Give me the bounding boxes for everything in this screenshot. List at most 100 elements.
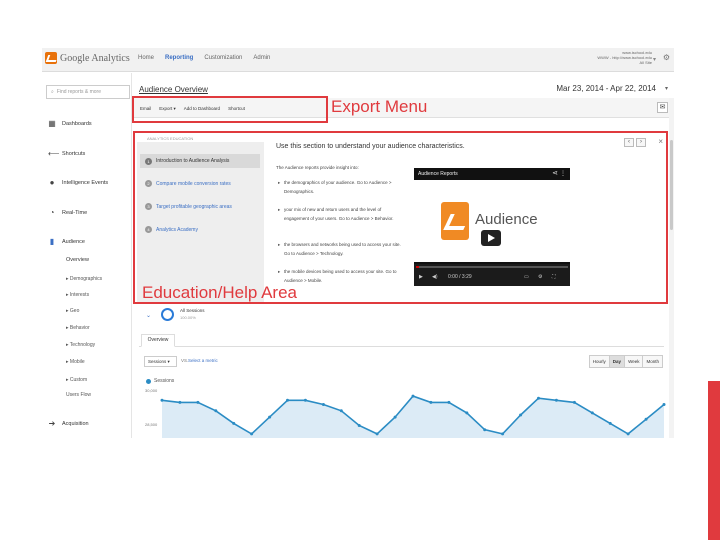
education-link-target-geo[interactable]: 3 Target profitable geographic areas (145, 203, 232, 210)
share-icon[interactable]: ✉ (657, 102, 668, 113)
chart-point[interactable] (590, 411, 594, 415)
sidebar-item-label: Real-Time (62, 210, 88, 216)
gear-icon[interactable]: ⚙ (663, 53, 670, 62)
play-small-icon[interactable]: ▶ (419, 274, 423, 280)
email-button[interactable]: Email (140, 106, 151, 112)
caret-down-icon[interactable]: ▾ (653, 56, 656, 63)
chart-point[interactable] (321, 403, 325, 406)
granularity-week[interactable]: Week (624, 355, 644, 368)
chart-point[interactable] (519, 413, 523, 417)
granularity-hourly[interactable]: Hourly (588, 355, 610, 368)
chart-point[interactable] (626, 432, 630, 436)
chart-legend: Sessions (146, 378, 174, 384)
sidebar-sub-users-flow[interactable]: Users Flow (66, 392, 91, 398)
education-link-academy[interactable]: 4 Analytics Academy (145, 226, 198, 233)
chart-point[interactable] (537, 396, 540, 400)
video-progress-bar[interactable] (416, 266, 568, 268)
clock-icon: ◔ (49, 208, 55, 217)
analytics-logo-icon (45, 52, 57, 64)
education-intro: The Audience reports provide insight int… (276, 165, 359, 170)
chart-point[interactable] (160, 398, 164, 402)
segment-name[interactable]: All Sessions (180, 308, 205, 313)
chart-point[interactable] (178, 400, 182, 404)
export-button[interactable]: Export ▾ (159, 106, 176, 112)
logo[interactable]: Google Analytics (45, 52, 130, 64)
shortcut-button[interactable]: Shortcut (228, 106, 245, 112)
account-switcher[interactable]: www.ischool.edu WWW - http://www.ischool… (597, 50, 652, 65)
chart-point[interactable] (501, 432, 505, 436)
chart-point[interactable] (214, 409, 218, 413)
chart-point[interactable] (268, 415, 272, 419)
scrollbar-thumb[interactable] (670, 140, 673, 230)
chart-point[interactable] (286, 398, 289, 402)
settings-icon[interactable]: ⚙ (538, 274, 542, 280)
sidebar-item-shortcuts[interactable]: ⟵ Shortcuts (48, 150, 85, 158)
more-icon[interactable]: ⋮ (560, 170, 566, 177)
play-icon[interactable] (481, 230, 501, 246)
nav-reporting[interactable]: Reporting (165, 55, 193, 61)
nav-admin[interactable]: Admin (253, 55, 270, 61)
captions-icon[interactable]: ▭ (524, 274, 529, 280)
chart-point[interactable] (465, 411, 469, 415)
chart-point[interactable] (554, 398, 558, 402)
education-link-compare-mobile[interactable]: 2 Compare mobile conversion rates (145, 180, 231, 187)
step-number: 3 (145, 203, 152, 210)
sidebar-item-acquisition[interactable]: ➔ Acquisition (48, 420, 89, 428)
chevron-down-icon[interactable]: ⌄ (146, 312, 151, 319)
share-icon[interactable]: ⋖ (552, 169, 558, 177)
chart-point[interactable] (411, 394, 415, 398)
chart-point[interactable] (429, 400, 433, 404)
chart-point[interactable] (572, 400, 576, 404)
sidebar-sub-demographics[interactable]: ▸ Demographics (66, 276, 102, 282)
chart-point[interactable] (608, 421, 612, 425)
segment-indicator (161, 308, 174, 321)
sidebar-sub-mobile[interactable]: ▸ Mobile (66, 359, 85, 365)
volume-icon[interactable]: ◀) (432, 274, 438, 280)
chart-point[interactable] (232, 421, 236, 425)
chevron-right-icon[interactable]: › (636, 138, 646, 147)
sidebar-item-dashboards[interactable]: ▦ Dashboards (48, 120, 91, 128)
education-area-annotation: Education/Help Area (142, 283, 297, 302)
date-range-picker[interactable]: Mar 23, 2014 - Apr 22, 2014 (556, 84, 656, 93)
chart-point[interactable] (662, 403, 666, 406)
sidebar-sub-behavior[interactable]: ▸ Behavior (66, 325, 90, 331)
sidebar-sub-geo[interactable]: ▸ Geo (66, 308, 79, 314)
granularity-day[interactable]: Day (608, 355, 626, 368)
fullscreen-icon[interactable]: ⛶ (552, 274, 556, 280)
sidebar-item-real-time[interactable]: ◔ Real-Time (48, 208, 88, 217)
education-link-introduction[interactable]: 1 Introduction to Audience Analysis (140, 154, 260, 168)
chart-point[interactable] (196, 400, 200, 404)
chart-point[interactable] (393, 415, 397, 419)
sidebar-sub-interests[interactable]: ▸ Interests (66, 292, 89, 298)
chart-point[interactable] (447, 400, 451, 404)
select-metric-link[interactable]: Select a metric (188, 358, 218, 363)
metric-select[interactable]: Sessions ▾ (144, 356, 177, 367)
chart-point[interactable] (250, 432, 254, 436)
granularity-month[interactable]: Month (642, 355, 663, 368)
sidebar-sub-technology[interactable]: ▸ Technology (66, 342, 95, 348)
chart-point[interactable] (483, 428, 487, 432)
education-panel: ANALYTICS EDUCATION 1 Introduction to Au… (137, 132, 667, 304)
sidebar-item-audience[interactable]: ▮ Audience (48, 238, 85, 246)
video-frame[interactable]: Audience (414, 180, 570, 262)
add-to-dashboard-button[interactable]: Add to Dashboard (184, 106, 220, 112)
chart-point[interactable] (303, 398, 307, 402)
nav-home[interactable]: Home (138, 55, 154, 61)
chart-point[interactable] (644, 417, 648, 421)
nav-customization[interactable]: Customization (204, 55, 242, 61)
search-input[interactable]: ⌕ Find reports & more (46, 85, 130, 99)
sidebar-sub-custom[interactable]: ▸ Custom (66, 377, 87, 383)
education-link-list: 1 Introduction to Audience Analysis 2 Co… (137, 142, 264, 302)
sidebar-item-intelligence-events[interactable]: ● Intelligence Events (48, 179, 109, 187)
tab-overview[interactable]: Overview (141, 334, 175, 347)
video-word: Audience (475, 211, 538, 228)
chevron-down-icon[interactable]: ▾ (665, 85, 668, 92)
chart-point[interactable] (357, 424, 361, 427)
close-icon[interactable]: × (658, 137, 663, 146)
video-player[interactable]: Audience Reports ⋖ ⋮ Audience ▶ ◀) 0:00 … (414, 168, 570, 286)
chevron-left-icon[interactable]: ‹ (624, 138, 634, 147)
video-time: 0:00 / 3:29 (448, 274, 472, 280)
chart-point[interactable] (375, 432, 379, 436)
chart-point[interactable] (339, 409, 343, 413)
sidebar-sub-overview[interactable]: Overview (66, 257, 89, 263)
